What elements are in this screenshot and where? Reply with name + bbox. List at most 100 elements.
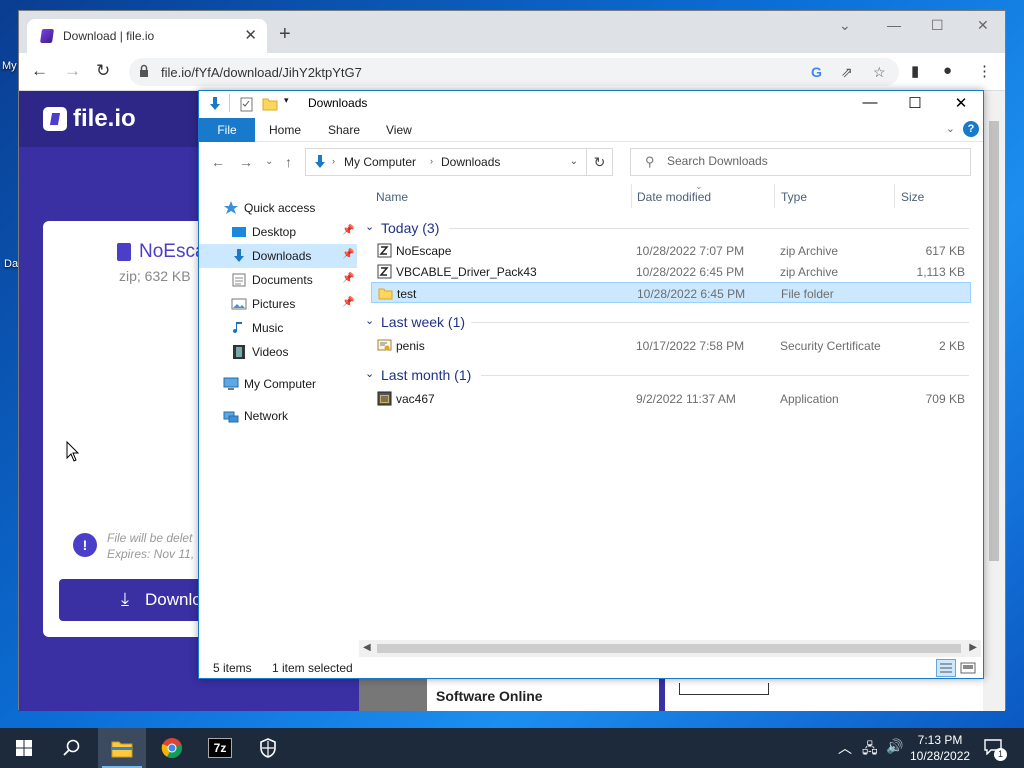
address-dropdown-icon[interactable]: ⌄ <box>570 156 578 167</box>
nav-item-music[interactable]: Music <box>199 316 357 340</box>
refresh-button[interactable]: ↻ <box>587 148 613 176</box>
group-header-today[interactable]: ⌄ Today (3) <box>359 217 973 239</box>
ad-image <box>359 679 427 711</box>
ribbon-tab-file[interactable]: File <box>199 118 255 142</box>
scroll-right-icon[interactable]: ▶ <box>969 642 977 653</box>
action-center-button[interactable]: 1 <box>976 728 1016 768</box>
collapse-chevron-icon[interactable]: ⌄ <box>365 314 374 327</box>
taskbar-7zip[interactable]: 7z <box>196 728 244 768</box>
downloads-icon <box>234 249 244 262</box>
recent-locations-icon[interactable]: ⌄ <box>265 156 273 167</box>
tab-title: Download | file.io <box>63 29 155 43</box>
collapse-chevron-icon[interactable]: ⌄ <box>365 367 374 380</box>
network-tray-icon[interactable]: 🖧 <box>862 738 878 762</box>
certificate-icon <box>377 339 392 351</box>
volume-icon[interactable]: 🔊 <box>886 738 903 755</box>
scroll-left-icon[interactable]: ◀ <box>363 642 371 653</box>
explorer-maximize-button[interactable]: ☐ <box>892 94 938 112</box>
tab-close-icon[interactable]: ✕ <box>244 26 257 44</box>
large-icons-view-icon[interactable] <box>958 659 978 677</box>
ad-banner-secondary[interactable] <box>665 679 985 711</box>
fileio-logo-text[interactable]: file.io <box>73 105 136 133</box>
nav-item-downloads[interactable]: Downloads 📌 <box>199 244 357 268</box>
taskbar-security[interactable] <box>244 728 292 768</box>
chrome-menu-icon[interactable]: ⋮ <box>977 62 992 80</box>
file-row-test[interactable]: test 10/28/2022 6:45 PM File folder <box>371 282 971 303</box>
group-header-last-month[interactable]: ⌄ Last month (1) <box>359 364 973 386</box>
scrollbar-thumb[interactable] <box>377 644 961 653</box>
side-panel-icon[interactable]: ▮ <box>911 62 919 80</box>
quick-access-dropdown-icon[interactable]: ▾ <box>284 95 289 106</box>
breadcrumb-downloads[interactable]: Downloads <box>441 155 500 169</box>
page-scrollbar[interactable] <box>983 91 1005 711</box>
explorer-forward-button[interactable]: → <box>239 154 253 170</box>
desktop-icon-label[interactable]: My <box>2 60 17 72</box>
explorer-address-bar[interactable]: › My Computer › Downloads ⌄ <box>305 148 587 176</box>
ad-banner[interactable]: Software Online <box>359 679 659 711</box>
breadcrumb-separator-icon[interactable]: › <box>430 156 433 166</box>
details-view-icon[interactable] <box>936 659 956 677</box>
ribbon-tab-home[interactable]: Home <box>269 123 301 137</box>
nav-item-quick-access[interactable]: Quick access <box>199 196 357 220</box>
profile-avatar-icon[interactable]: ● <box>943 62 952 79</box>
file-row-penis[interactable]: penis 10/17/2022 7:58 PM Security Certif… <box>371 335 971 356</box>
scrollbar-thumb[interactable] <box>989 121 999 561</box>
breadcrumb-my-computer[interactable]: My Computer <box>344 155 416 169</box>
file-row-vbcable[interactable]: VBCABLE_Driver_Pack43 10/28/2022 6:45 PM… <box>371 261 971 282</box>
maximize-button[interactable]: ☐ <box>931 17 944 34</box>
column-size[interactable]: Size <box>901 190 924 204</box>
column-name[interactable]: Name <box>376 190 408 204</box>
file-name: penis <box>396 339 425 353</box>
desktop-icon-label[interactable]: Da <box>4 258 18 270</box>
clock[interactable]: 7:13 PM 10/28/2022 <box>910 732 970 764</box>
collapse-chevron-icon[interactable]: ⌄ <box>365 220 374 233</box>
back-button[interactable]: ← <box>31 61 48 81</box>
expand-ribbon-icon[interactable]: ⌄ <box>946 122 955 135</box>
help-icon[interactable]: ? <box>963 121 979 137</box>
column-date-modified[interactable]: Date modified <box>637 190 711 204</box>
share-icon[interactable]: ⇗ <box>841 64 853 81</box>
nav-item-videos[interactable]: Videos <box>199 340 357 364</box>
clock-time: 7:13 PM <box>917 733 963 747</box>
address-bar[interactable]: file.io/fYfA/download/JihY2ktpYtG7 G ⇗ ☆ <box>129 58 899 86</box>
ribbon-tab-view[interactable]: View <box>386 123 412 137</box>
horizontal-scrollbar[interactable]: ◀ ▶ <box>359 640 981 657</box>
properties-icon[interactable] <box>240 96 254 112</box>
column-divider[interactable] <box>894 184 895 208</box>
search-box[interactable]: ⚲ <box>630 148 971 176</box>
search-input[interactable] <box>667 154 957 168</box>
google-icon[interactable]: G <box>811 64 822 80</box>
explorer-minimize-button[interactable]: — <box>847 94 893 111</box>
tab-search-icon[interactable]: ⌄ <box>839 17 851 34</box>
column-type[interactable]: Type <box>781 190 807 204</box>
new-folder-icon[interactable] <box>262 96 278 112</box>
breadcrumb-separator-icon[interactable]: › <box>332 156 335 166</box>
shield-icon <box>260 738 276 758</box>
show-hidden-icons-icon[interactable]: ︿ <box>838 738 852 758</box>
close-button[interactable]: ✕ <box>977 17 989 34</box>
column-divider[interactable] <box>631 184 632 208</box>
column-divider[interactable] <box>774 184 775 208</box>
file-row-vac467[interactable]: vac467 9/2/2022 11:37 AM Application 709… <box>371 388 971 409</box>
new-tab-button[interactable]: + <box>279 23 291 46</box>
nav-item-desktop[interactable]: Desktop 📌 <box>199 220 357 244</box>
nav-item-my-computer[interactable]: My Computer <box>199 372 357 396</box>
start-button[interactable] <box>0 728 48 768</box>
browser-tab[interactable]: Download | file.io ✕ <box>27 19 267 53</box>
up-button[interactable]: ↑ <box>285 154 292 170</box>
nav-item-documents[interactable]: Documents 📌 <box>199 268 357 292</box>
file-row-noescape[interactable]: NoEscape 10/28/2022 7:07 PM zip Archive … <box>371 240 971 261</box>
nav-item-network[interactable]: Network <box>199 404 357 428</box>
bookmark-star-icon[interactable]: ☆ <box>873 64 886 81</box>
reload-button[interactable]: ↻ <box>96 61 110 81</box>
minimize-button[interactable]: — <box>887 17 901 33</box>
forward-button[interactable]: → <box>64 61 81 81</box>
taskbar-chrome[interactable] <box>148 728 196 768</box>
group-header-last-week[interactable]: ⌄ Last week (1) <box>359 311 973 333</box>
explorer-close-button[interactable]: ✕ <box>938 94 984 112</box>
ribbon-tab-share[interactable]: Share <box>328 123 360 137</box>
explorer-back-button[interactable]: ← <box>211 154 225 170</box>
nav-item-pictures[interactable]: Pictures 📌 <box>199 292 357 316</box>
search-taskbar-button[interactable] <box>48 728 96 768</box>
taskbar-file-explorer[interactable] <box>98 728 146 768</box>
